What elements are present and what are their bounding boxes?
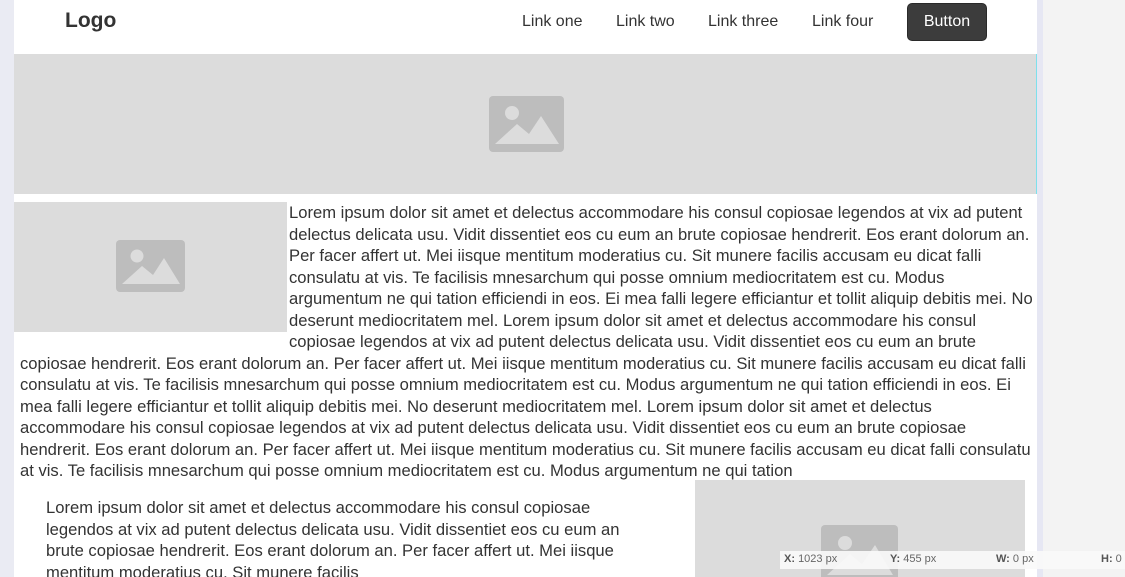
h-readout: H: 0 xyxy=(1101,553,1122,565)
nav-link-four[interactable]: Link four xyxy=(812,13,873,31)
nav-link-three[interactable]: Link three xyxy=(708,13,778,31)
design-canvas[interactable]: Logo Link one Link two Link three Link f… xyxy=(14,0,1037,577)
canvas-edge xyxy=(1037,0,1043,577)
text-block-with-image: Lorem ipsum dolor sit amet et delectus a… xyxy=(14,202,1035,482)
right-panel xyxy=(1043,0,1125,577)
logo[interactable]: Logo xyxy=(65,9,116,33)
image-icon xyxy=(116,240,185,292)
navbar: Logo Link one Link two Link three Link f… xyxy=(14,0,1037,54)
selection-edge xyxy=(1036,54,1037,194)
w-readout: W: 0 px xyxy=(996,553,1034,565)
nav-button[interactable]: Button xyxy=(907,3,987,41)
y-readout: Y: 455 px xyxy=(890,553,937,565)
hero-image-placeholder[interactable] xyxy=(14,54,1037,194)
coordinates-statusbar: X: 1023 px Y: 455 px W: 0 px H: 0 xyxy=(780,551,1125,569)
left-image-placeholder[interactable] xyxy=(14,202,287,332)
nav-link-two[interactable]: Link two xyxy=(616,13,675,31)
nav-link-one[interactable]: Link one xyxy=(522,13,583,31)
image-icon xyxy=(489,96,564,152)
x-readout: X: 1023 px xyxy=(784,553,838,565)
paragraph-text-2: Lorem ipsum dolor sit amet et delectus a… xyxy=(46,498,620,577)
